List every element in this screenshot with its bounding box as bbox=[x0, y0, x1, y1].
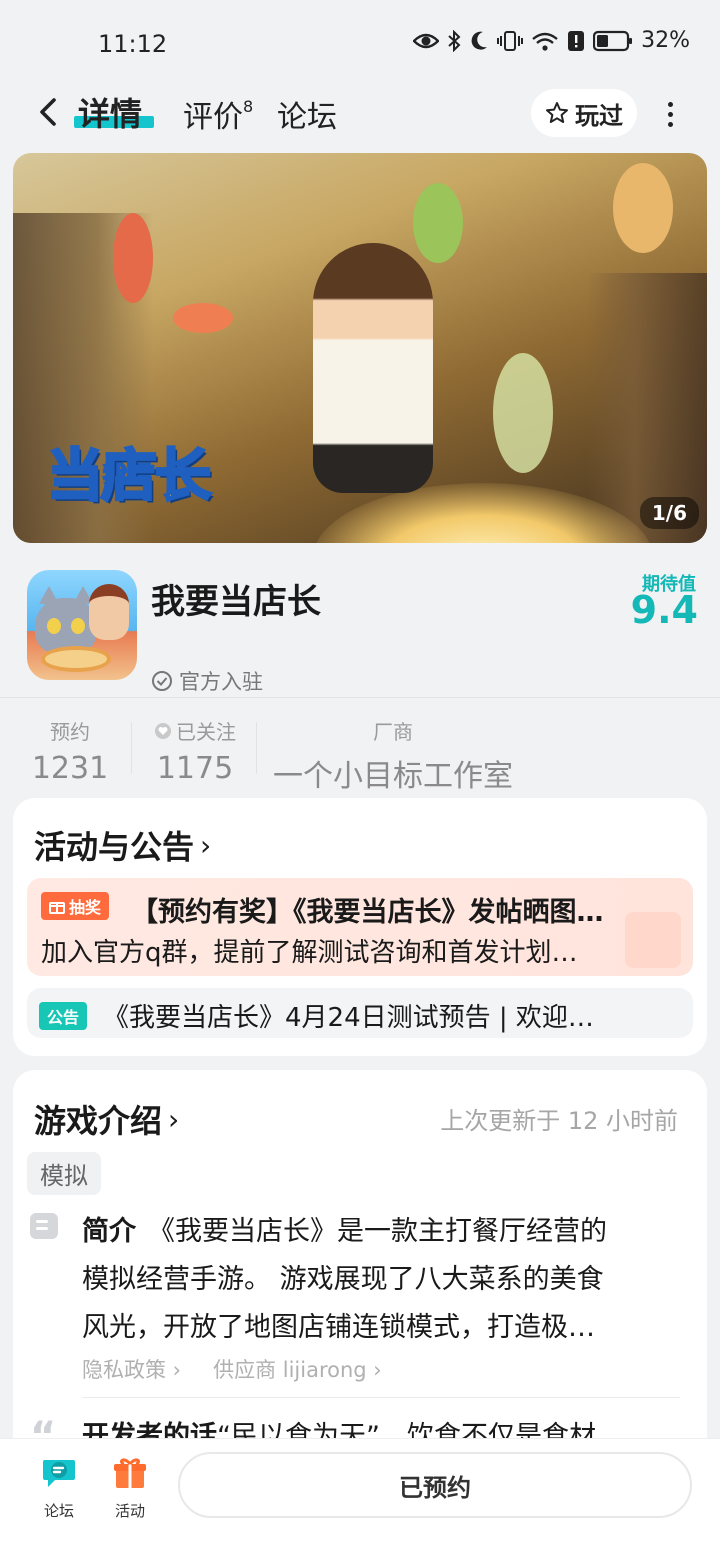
alert-icon bbox=[568, 30, 585, 51]
bluetooth-icon bbox=[448, 29, 461, 52]
privacy-link[interactable]: 隐私政策 › bbox=[82, 1354, 181, 1384]
notice-text: 《我要当店长》4月24日测试预告 | 欢迎… bbox=[103, 1003, 594, 1033]
summary-line: 风光，开放了地图店铺连锁模式，打造极… bbox=[82, 1312, 595, 1343]
bottom-activity-button[interactable]: 活动 bbox=[100, 1456, 160, 1521]
prize-badge: 抽奖 bbox=[41, 892, 110, 920]
intro-title-label: 游戏介绍 bbox=[34, 1102, 163, 1140]
promo-title: 【预约有奖】《我要当店长》发帖晒图… bbox=[131, 897, 604, 928]
divider bbox=[0, 697, 720, 698]
notice-badge: 公告 bbox=[39, 1002, 88, 1030]
intro-summary[interactable]: 简介 《我要当店长》是一款主打餐厅经营的 模拟经营手游。 游戏展现了八大菜系的美食… bbox=[82, 1208, 682, 1352]
status-icons: 32% bbox=[413, 28, 690, 53]
update-time: 上次更新于 12 小时前 bbox=[440, 1107, 678, 1135]
stat-followers: 已关注 1175 bbox=[150, 716, 240, 786]
gift-decor-icon bbox=[625, 912, 681, 968]
tab-reviews[interactable]: 评价8 bbox=[183, 92, 253, 136]
summary-label: 简介 bbox=[82, 1216, 136, 1247]
banner-ingredient bbox=[113, 213, 153, 303]
moon-icon bbox=[471, 31, 488, 50]
heart-shield-icon bbox=[155, 722, 171, 739]
stat-value: 1175 bbox=[156, 751, 234, 786]
banner-chef bbox=[313, 243, 433, 493]
expect-score: 9.4 bbox=[630, 588, 698, 632]
stat-value: 一个小目标工作室 bbox=[273, 759, 513, 794]
played-button[interactable]: 玩过 bbox=[531, 89, 637, 137]
stat-value: 1231 bbox=[31, 751, 109, 786]
gift-icon bbox=[49, 902, 65, 914]
stat-separator bbox=[256, 722, 257, 774]
stat-label: 厂商 bbox=[373, 720, 413, 744]
tab-reviews-label: 评价 bbox=[183, 100, 243, 135]
game-title: 我要当店长 bbox=[151, 582, 321, 622]
app-icon-girl bbox=[89, 584, 129, 640]
tab-reviews-count: 8 bbox=[243, 97, 254, 116]
banner-logo: 当店长 bbox=[46, 444, 213, 509]
stat-reservations: 预约 1231 bbox=[30, 716, 110, 786]
app-icon bbox=[27, 570, 137, 680]
intro-title[interactable]: 游戏介绍 › bbox=[34, 1096, 179, 1142]
forum-icon bbox=[43, 1460, 75, 1487]
played-label: 玩过 bbox=[575, 101, 623, 130]
notice-item[interactable]: 公告 《我要当店长》4月24日测试预告 | 欢迎… bbox=[27, 988, 693, 1038]
banner-ingredient bbox=[413, 183, 463, 263]
summary-line: 《我要当店长》是一款主打餐厅经营的 bbox=[148, 1216, 607, 1247]
battery-icon bbox=[593, 30, 633, 51]
stat-separator bbox=[131, 722, 132, 774]
bottom-forum-label: 论坛 bbox=[43, 1502, 74, 1520]
promo-subtitle: 加入官方q群，提前了解测试咨询和首发计划… bbox=[41, 938, 578, 968]
bottom-activity-label: 活动 bbox=[114, 1502, 145, 1520]
banner-ingredient bbox=[613, 163, 673, 253]
prize-badge-label: 抽奖 bbox=[69, 898, 102, 917]
gift-icon bbox=[114, 1458, 146, 1488]
summary-line: 模拟经营手游。 游戏展现了八大菜系的美食 bbox=[82, 1264, 604, 1295]
info-links: 隐私政策 › 供应商 lijiarong › bbox=[82, 1354, 382, 1384]
bottom-forum-button[interactable]: 论坛 bbox=[29, 1456, 89, 1521]
genre-tag[interactable]: 模拟 bbox=[27, 1152, 101, 1195]
more-menu-button[interactable] bbox=[652, 92, 688, 136]
document-icon bbox=[30, 1213, 58, 1239]
divider bbox=[82, 1397, 680, 1398]
official-badge: 官方入驻 bbox=[151, 666, 263, 696]
banner-page-indicator: 1/6 bbox=[639, 497, 699, 529]
banner-ingredient bbox=[493, 353, 553, 473]
chevron-right-icon: › bbox=[168, 1102, 180, 1136]
hero-banner[interactable]: 我要 当店长 1/6 bbox=[13, 153, 707, 543]
vibrate-icon bbox=[497, 30, 524, 51]
stat-developer[interactable]: 厂商 一个小目标工作室 bbox=[268, 716, 518, 795]
status-time: 11:12 bbox=[98, 30, 168, 58]
chevron-left-icon bbox=[40, 98, 56, 126]
promo-item[interactable]: 抽奖 【预约有奖】《我要当店长》发帖晒图… 加入官方q群，提前了解测试咨询和首发… bbox=[27, 878, 693, 976]
star-icon bbox=[546, 102, 568, 123]
official-label: 官方入驻 bbox=[179, 670, 263, 694]
privacy-link-label: 隐私政策 bbox=[82, 1358, 166, 1382]
check-circle-icon bbox=[152, 671, 172, 691]
eye-icon bbox=[413, 33, 440, 48]
stat-label: 已关注 bbox=[176, 720, 236, 744]
back-button[interactable] bbox=[28, 90, 68, 134]
wifi-icon bbox=[532, 32, 558, 51]
tab-forum[interactable]: 论坛 bbox=[277, 92, 337, 136]
provider-link[interactable]: 供应商 lijiarong › bbox=[213, 1354, 382, 1384]
activities-title-label: 活动与公告 bbox=[34, 828, 195, 866]
stat-label: 预约 bbox=[50, 720, 90, 744]
reserve-button[interactable]: 已预约 bbox=[178, 1452, 692, 1518]
battery-percent: 32% bbox=[641, 28, 690, 53]
app-icon-pizza bbox=[41, 646, 111, 672]
chevron-right-icon: › bbox=[200, 828, 212, 862]
provider-link-label: 供应商 lijiarong bbox=[213, 1358, 367, 1382]
tab-details[interactable]: 详情 bbox=[78, 89, 142, 135]
banner-ingredient bbox=[173, 303, 233, 333]
activities-title[interactable]: 活动与公告 › bbox=[34, 822, 211, 868]
